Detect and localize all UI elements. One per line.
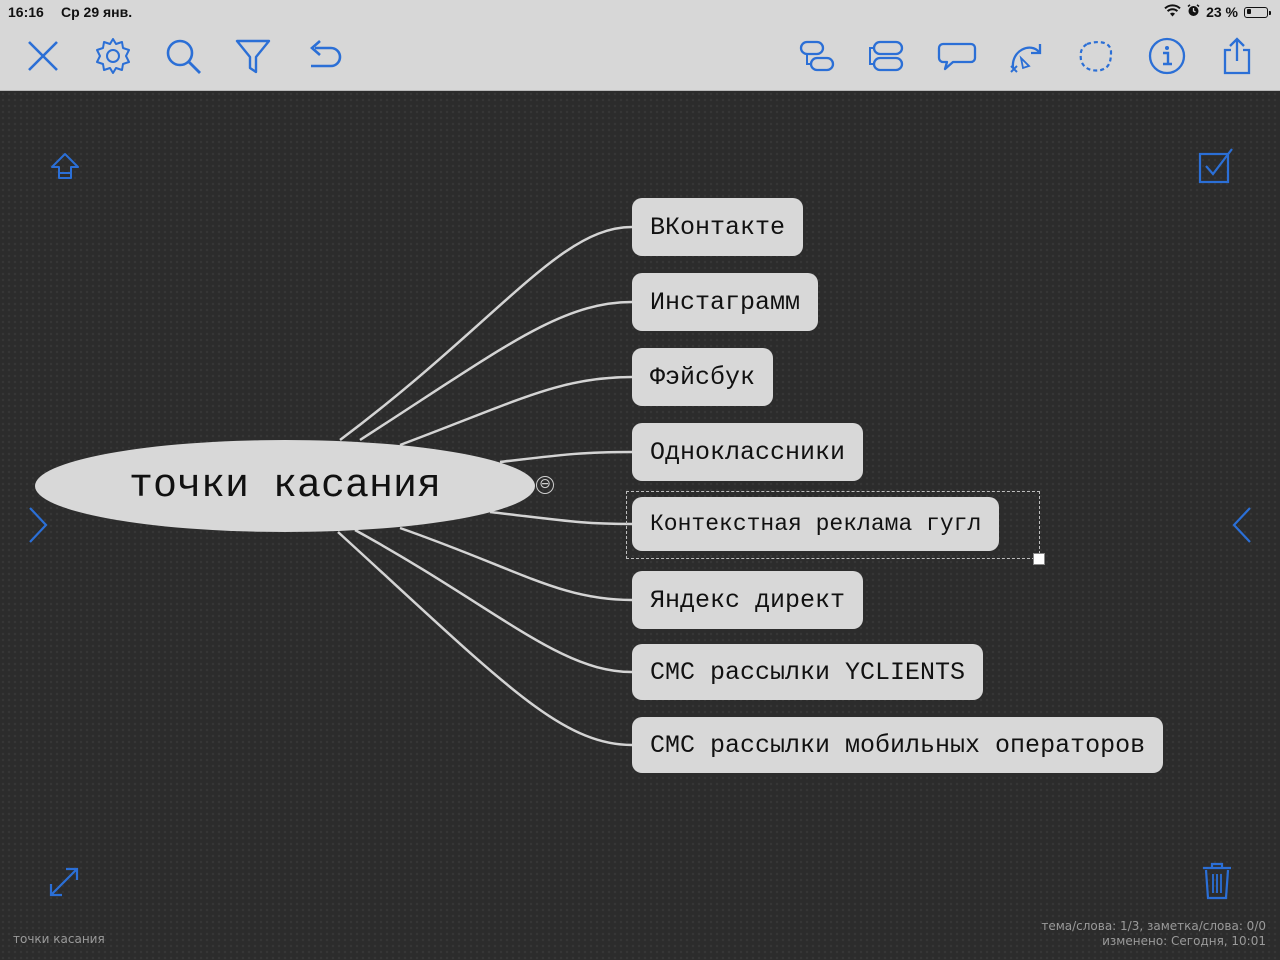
toolbar xyxy=(0,24,1280,91)
resize-handle[interactable] xyxy=(1033,553,1045,565)
topic-instagram[interactable]: Инстаграмм xyxy=(632,273,819,331)
arrow-up-icon[interactable] xyxy=(49,151,81,187)
topic-label: СМС рассылки мобильных операторов xyxy=(650,730,1146,760)
battery-level xyxy=(1246,9,1251,14)
topic-label: Фэйсбук xyxy=(650,362,756,392)
boundary-icon[interactable] xyxy=(1077,36,1117,76)
wifi-icon xyxy=(1164,4,1181,20)
battery-percent: 23 % xyxy=(1206,4,1238,20)
topic-yandex-direct[interactable]: Яндекс директ xyxy=(632,571,864,629)
trash-icon[interactable] xyxy=(1201,861,1233,905)
status-time: 16:16 xyxy=(8,4,44,20)
document-stats: тема/слова: 1/3, заметка/слова: 0/0 изме… xyxy=(1041,919,1266,949)
modified-date: изменено: Сегодня, 10:01 xyxy=(1102,934,1266,948)
topic-word-stats: тема/слова: 1/3, заметка/слова: 0/0 xyxy=(1041,919,1266,933)
topic-google-ads[interactable]: Контекстная реклама гугл xyxy=(632,497,1000,551)
chevron-right-icon[interactable] xyxy=(26,505,50,549)
chevron-left-icon[interactable] xyxy=(1230,505,1254,549)
topic-label: ВКонтакте xyxy=(650,212,786,242)
callout-icon[interactable] xyxy=(937,36,977,76)
root-topic-label: точки касания xyxy=(128,463,442,509)
checkbox-icon[interactable] xyxy=(1196,146,1236,190)
topic-label: Контекстная реклама гугл xyxy=(650,511,982,537)
close-icon[interactable] xyxy=(23,36,63,76)
battery-icon xyxy=(1244,6,1271,18)
topic-label: Инстаграмм xyxy=(650,287,801,317)
topic-vkontakte[interactable]: ВКонтакте xyxy=(632,198,804,256)
topic-facebook[interactable]: Фэйсбук xyxy=(632,348,774,406)
add-sibling-topic-icon[interactable] xyxy=(867,36,907,76)
status-right: 23 % xyxy=(1164,4,1271,20)
status-date: Ср 29 янв. xyxy=(61,4,133,20)
filter-icon[interactable] xyxy=(233,36,273,76)
collapse-toggle[interactable]: ⊖ xyxy=(536,476,554,494)
share-icon[interactable] xyxy=(1217,36,1257,76)
undo-icon[interactable] xyxy=(303,36,343,76)
topic-sms-operators[interactable]: СМС рассылки мобильных операторов xyxy=(632,717,1164,773)
document-title: точки касания xyxy=(13,932,105,946)
topic-label: Яндекс директ xyxy=(650,585,846,615)
topic-label: Одноклассники xyxy=(650,437,846,467)
info-icon[interactable] xyxy=(1147,36,1187,76)
topic-sms-yclients[interactable]: СМС рассылки YCLIENTS xyxy=(632,644,984,700)
alarm-icon xyxy=(1187,4,1200,20)
expand-icon[interactable] xyxy=(47,865,81,903)
root-topic[interactable]: точки касания xyxy=(35,440,535,532)
topic-label: СМС рассылки YCLIENTS xyxy=(650,657,966,687)
topic-odnoklassniki[interactable]: Одноклассники xyxy=(632,423,864,481)
relation-icon[interactable] xyxy=(1007,36,1047,76)
gear-icon[interactable] xyxy=(93,36,133,76)
status-bar: 16:16 Ср 29 янв. 23 % xyxy=(0,0,1280,24)
search-icon[interactable] xyxy=(163,36,203,76)
add-child-topic-icon[interactable] xyxy=(797,36,837,76)
